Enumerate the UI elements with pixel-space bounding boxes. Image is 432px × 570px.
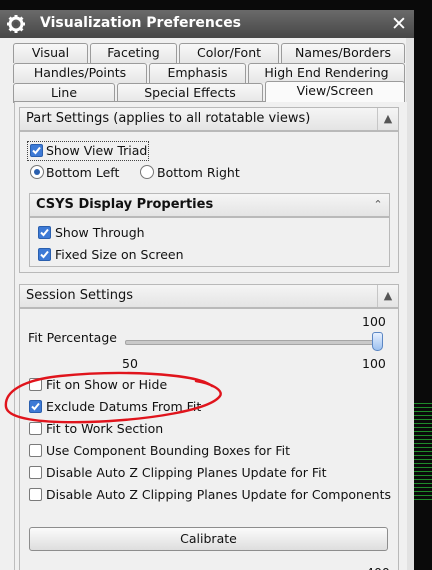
fit-on-show-or-hide-label: Fit on Show or Hide — [46, 377, 168, 392]
fixed-size-checkbox[interactable] — [38, 248, 51, 261]
tab-faceting[interactable]: Faceting — [90, 43, 177, 63]
bottom-value: 400 — [366, 565, 390, 570]
chevron-up-icon[interactable]: ▲ — [377, 108, 398, 130]
tab-emphasis[interactable]: Emphasis — [149, 63, 246, 83]
title-bar[interactable]: Visualization Preferences ✕ — [0, 10, 414, 38]
fit-percentage-min: 50 — [122, 356, 138, 371]
bottom-right-label: Bottom Right — [157, 165, 240, 180]
tab-color-font[interactable]: Color/Font — [179, 43, 279, 63]
tab-view-screen[interactable]: View/Screen — [265, 81, 405, 103]
gear-icon — [6, 14, 26, 34]
chevron-up-icon[interactable]: ▲ — [377, 285, 398, 307]
tab-line[interactable]: Line — [13, 83, 115, 103]
use-component-bounding-boxes-checkbox[interactable] — [29, 444, 42, 457]
tab-handles-points[interactable]: Handles/Points — [13, 63, 147, 83]
fit-to-work-section-label: Fit to Work Section — [46, 421, 164, 436]
session-settings-header[interactable]: Session Settings — [19, 284, 399, 308]
checkmark-icon — [40, 250, 49, 259]
fit-percentage-label: Fit Percentage — [28, 330, 117, 345]
tab-visual[interactable]: Visual — [13, 43, 88, 63]
tab-names-borders[interactable]: Names/Borders — [281, 43, 405, 63]
exclude-datums-from-fit-label: Exclude Datums From Fit — [46, 399, 202, 414]
calibrate-button[interactable]: Calibrate — [29, 527, 388, 551]
disable-auto-z-clipping-fit-label: Disable Auto Z Clipping Planes Update fo… — [46, 465, 327, 480]
close-icon[interactable]: ✕ — [388, 13, 410, 35]
part-settings-header[interactable]: Part Settings (applies to all rotatable … — [19, 107, 399, 131]
fit-percentage-value: 100 — [362, 314, 386, 329]
tab-high-end-rendering[interactable]: High End Rendering — [248, 63, 405, 83]
background-artifact — [414, 400, 432, 500]
window-title: Visualization Preferences — [40, 15, 242, 31]
fit-percentage-slider-thumb[interactable] — [372, 332, 383, 351]
fit-percentage-max: 100 — [362, 356, 386, 371]
chevron-up-icon[interactable]: ⌃ — [368, 194, 388, 216]
show-view-triad-label: Show View Triad — [46, 143, 148, 158]
visualization-preferences-dialog: Visualization Preferences ✕ Visual Facet… — [0, 10, 414, 570]
csys-header[interactable]: CSYS Display Properties — [29, 193, 390, 217]
fit-to-work-section-checkbox[interactable] — [29, 422, 42, 435]
disable-auto-z-clipping-components-label: Disable Auto Z Clipping Planes Update fo… — [46, 487, 391, 502]
disable-auto-z-clipping-components-checkbox[interactable] — [29, 488, 42, 501]
part-settings-title: Part Settings (applies to all rotatable … — [26, 111, 311, 126]
session-settings-title: Session Settings — [26, 288, 134, 303]
show-through-checkbox[interactable] — [38, 226, 51, 239]
fit-on-show-or-hide-checkbox[interactable] — [29, 378, 42, 391]
exclude-datums-from-fit-checkbox[interactable] — [29, 400, 42, 413]
fit-percentage-slider[interactable] — [125, 340, 379, 345]
bottom-right-radio[interactable] — [140, 165, 154, 179]
csys-title: CSYS Display Properties — [36, 197, 214, 212]
bottom-left-radio[interactable] — [30, 165, 44, 179]
show-through-label: Show Through — [55, 225, 145, 240]
use-component-bounding-boxes-label: Use Component Bounding Boxes for Fit — [46, 443, 291, 458]
bottom-left-label: Bottom Left — [46, 165, 120, 180]
window-edge — [406, 38, 414, 570]
tab-special-effects[interactable]: Special Effects — [117, 83, 263, 103]
fixed-size-label: Fixed Size on Screen — [55, 247, 184, 262]
disable-auto-z-clipping-fit-checkbox[interactable] — [29, 466, 42, 479]
checkmark-icon — [31, 402, 40, 411]
checkmark-icon — [40, 228, 49, 237]
